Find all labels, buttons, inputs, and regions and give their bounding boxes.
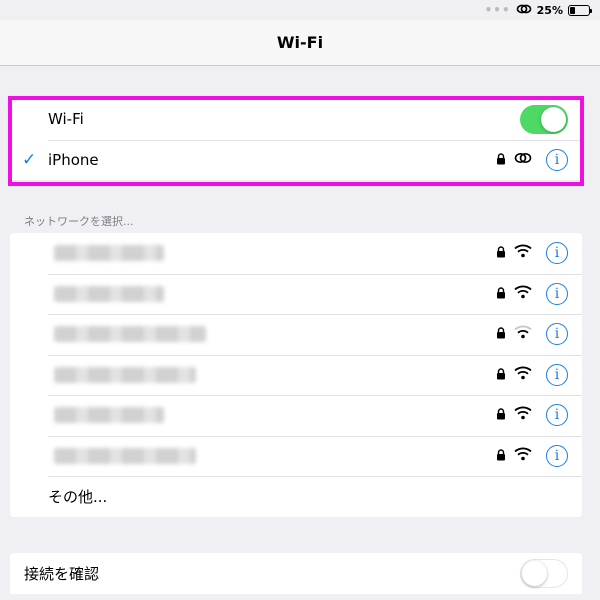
wifi-signal-icon <box>514 285 532 303</box>
confirm-connection-label: 接続を確認 <box>24 564 100 583</box>
info-icon[interactable]: i <box>546 323 568 346</box>
network-icons: i <box>496 355 568 396</box>
network-name-blurred <box>54 285 164 302</box>
network-name-blurred <box>54 366 196 383</box>
connected-network-row[interactable]: ✓ iPhone i <box>10 139 582 181</box>
navigation-bar: Wi-Fi <box>0 20 600 66</box>
network-row[interactable]: i <box>10 395 582 436</box>
network-icons: i <box>496 395 568 436</box>
network-row[interactable]: i <box>10 314 582 355</box>
hotspot-icon <box>516 3 532 18</box>
wifi-signal-icon <box>514 406 532 424</box>
wifi-signal-icon <box>514 366 532 384</box>
connected-network-name: iPhone <box>48 150 99 169</box>
network-name-blurred <box>54 245 164 262</box>
battery-icon <box>568 4 592 16</box>
confirm-connection-row: 接続を確認 <box>10 553 582 594</box>
network-icons: i <box>496 436 568 477</box>
lock-icon <box>496 285 506 303</box>
networks-list: i i i i i i その他... <box>10 233 582 517</box>
network-row[interactable]: i <box>10 435 582 477</box>
wifi-toggle[interactable] <box>520 105 568 134</box>
network-name-blurred <box>54 326 206 343</box>
network-icons: i <box>496 274 568 315</box>
wifi-signal-icon <box>514 447 532 465</box>
lock-icon <box>496 244 506 262</box>
info-icon[interactable]: i <box>546 404 568 427</box>
confirm-connection-toggle[interactable] <box>520 559 568 588</box>
network-row[interactable]: i <box>10 233 582 274</box>
other-network-row[interactable]: その他... <box>10 476 582 517</box>
signal-dots: ••• <box>484 3 511 17</box>
info-icon[interactable]: i <box>546 444 568 467</box>
lock-icon <box>496 325 506 343</box>
network-icons: i <box>496 233 568 274</box>
network-name-blurred <box>54 447 196 464</box>
hotspot-icon <box>514 151 532 169</box>
status-bar: ••• 25% <box>0 0 600 20</box>
lock-icon <box>496 406 506 424</box>
network-name-blurred <box>54 407 164 424</box>
network-row[interactable]: i <box>10 354 582 396</box>
info-icon[interactable]: i <box>546 363 568 386</box>
battery-fill <box>570 6 575 14</box>
battery-percent: 25% <box>536 3 563 17</box>
network-icons: i <box>496 314 568 355</box>
wifi-label: Wi-Fi <box>48 110 84 129</box>
lock-icon <box>496 151 506 169</box>
wifi-signal-icon <box>514 244 532 262</box>
lock-icon <box>496 366 506 384</box>
wifi-toggle-row: Wi-Fi <box>10 99 582 140</box>
network-row[interactable]: i <box>10 273 582 315</box>
info-icon[interactable]: i <box>546 282 568 305</box>
other-network-label: その他... <box>48 487 108 506</box>
connected-network-icons: i <box>496 140 568 181</box>
confirm-connection-group: 接続を確認 <box>10 553 582 594</box>
info-icon[interactable]: i <box>546 148 568 171</box>
toggle-knob <box>541 107 566 132</box>
toggle-knob <box>522 561 547 586</box>
info-icon[interactable]: i <box>546 242 568 265</box>
page-title: Wi-Fi <box>276 33 324 52</box>
lock-icon <box>496 447 506 465</box>
checkmark-icon: ✓ <box>22 149 37 170</box>
wifi-toggle-group: Wi-Fi ✓ iPhone i <box>10 99 582 180</box>
wifi-signal-weak-icon <box>514 325 532 343</box>
networks-section-header: ネットワークを選択... <box>24 215 134 228</box>
